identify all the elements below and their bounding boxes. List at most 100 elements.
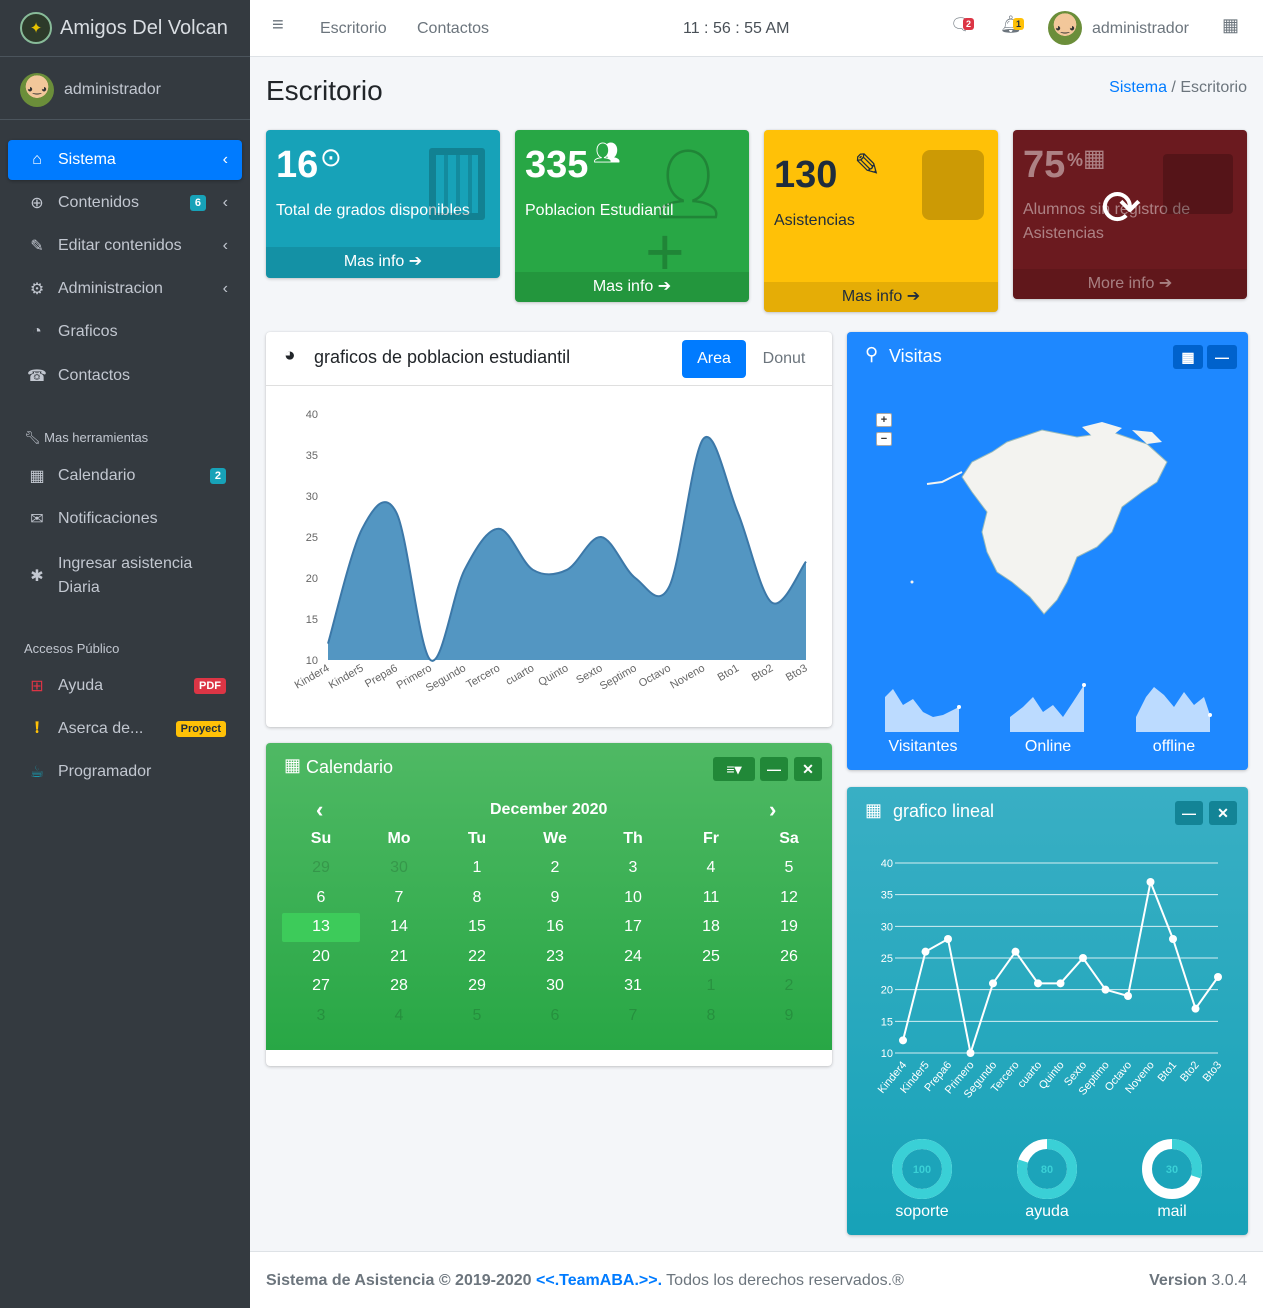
calendar-day[interactable]: 8 (438, 883, 516, 913)
calendar-day[interactable]: 19 (750, 913, 828, 943)
calendar-day[interactable]: 9 (516, 883, 594, 913)
sparkline-visitantes (885, 689, 961, 732)
area-series-fill (328, 436, 806, 661)
calendar-day[interactable]: 10 (594, 883, 672, 913)
month-label[interactable]: December 2020 (490, 801, 607, 819)
zoom-in-button[interactable]: + (876, 413, 892, 427)
calendar-day[interactable]: 17 (594, 913, 672, 943)
calendar-day[interactable]: 31 (594, 972, 672, 1002)
footer-team-link[interactable]: <<.TeamABA.>>. (536, 1272, 662, 1289)
sidebar-item-contenidos[interactable]: ⊕ Contenidos 6 ‹ (8, 183, 242, 223)
calendar-day[interactable]: 11 (672, 883, 750, 913)
grid-apps-icon[interactable]: ▦ (1222, 15, 1239, 36)
tab-area[interactable]: Area (682, 340, 746, 378)
top-user-avatar[interactable]: ◕‿◕ (1048, 11, 1082, 45)
brand-link[interactable]: ✦ Amigos Del Volcan (0, 0, 250, 57)
calendar-day[interactable]: 7 (360, 883, 438, 913)
arrow-circle-right-icon: ➔ (1158, 275, 1173, 292)
calendar-day[interactable]: 6 (516, 1001, 594, 1031)
calendar-grid: Su Mo Tu We Th Fr Sa 29 30 1 2 3 4 5 6 7 8 9 10 11 12 13 14 15… (282, 824, 828, 1031)
calendar-day[interactable]: 24 (594, 942, 672, 972)
calendar-day[interactable]: 22 (438, 942, 516, 972)
calendar-day[interactable]: 5 (750, 854, 828, 884)
next-month-button[interactable]: › (769, 797, 776, 823)
knob-soporte[interactable]: 100 (890, 1137, 954, 1201)
prev-month-button[interactable]: ‹ (316, 797, 323, 823)
knob-ayuda[interactable]: 80 (1015, 1137, 1079, 1201)
stat-more-info[interactable]: Mas info ➔ (266, 247, 500, 278)
nav-link-escritorio[interactable]: Escritorio (320, 20, 387, 38)
sidebar-item-ayuda[interactable]: ⊞ Ayuda PDF (8, 666, 242, 706)
stat-more-info[interactable]: Mas info ➔ (764, 282, 998, 312)
calendar-day[interactable]: 21 (360, 942, 438, 972)
calendar-day[interactable]: 30 (516, 972, 594, 1002)
calendar-day[interactable]: 16 (516, 913, 594, 943)
calendar-day[interactable]: 29 (282, 854, 360, 884)
card-title: Calendario (306, 757, 394, 777)
line-point (1101, 985, 1110, 994)
user-panel-name: administrador (64, 80, 161, 98)
calendar-day[interactable]: 5 (438, 1001, 516, 1031)
calendar-day[interactable]: 30 (360, 854, 438, 884)
calendar-day[interactable]: 7 (594, 1001, 672, 1031)
close-button[interactable]: ✕ (794, 757, 822, 781)
knob-mail[interactable]: 30 (1140, 1137, 1204, 1201)
calendar-day[interactable]: 4 (360, 1001, 438, 1031)
calendar-day[interactable]: 15 (438, 913, 516, 943)
sidebar-item-graficos[interactable]: ◔ Graficos (8, 312, 242, 352)
calendar-day[interactable]: 29 (438, 972, 516, 1002)
calendar-day[interactable]: 27 (282, 972, 360, 1002)
calendar-weekdays: Su Mo Tu We Th Fr Sa (282, 824, 828, 854)
calendar-day[interactable]: 3 (282, 1001, 360, 1031)
sidebar-item-contactos[interactable]: ☎ Contactos (8, 356, 242, 396)
calendar-day[interactable]: 28 (360, 972, 438, 1002)
calendar-day[interactable]: 23 (516, 942, 594, 972)
calendar-day[interactable]: 25 (672, 942, 750, 972)
sparkline-offline (1136, 687, 1212, 732)
nav-link-contactos[interactable]: Contactos (417, 20, 489, 38)
world-map[interactable] (902, 422, 1222, 622)
messages-icon[interactable]: 🗨︎ 2 (950, 15, 975, 35)
calendar-day[interactable]: 4 (672, 854, 750, 884)
breadcrumb-sistema[interactable]: Sistema (1109, 79, 1167, 96)
tab-donut[interactable]: Donut (754, 340, 814, 378)
y-tick-label: 20 (881, 985, 893, 997)
spark-label-visitantes: Visitantes (888, 738, 958, 755)
calendar-day[interactable]: 6 (282, 883, 360, 913)
calendar-day[interactable]: 1 (438, 854, 516, 884)
calendar-day[interactable]: 18 (672, 913, 750, 943)
sidebar-item-asistencia[interactable]: ✱ Ingresar asistencia Diaria (8, 548, 242, 604)
sidebar-item-programador[interactable]: ☕︎ Programador (8, 752, 242, 792)
sidebar-item-sistema[interactable]: ⌂ Sistema ‹ (8, 140, 242, 180)
calendar-day[interactable]: 2 (750, 972, 828, 1002)
collapse-button[interactable]: — (1175, 801, 1203, 825)
sidebar-item-calendario[interactable]: ▦ Calendario 2 (8, 456, 242, 496)
sidebar-item-notificaciones[interactable]: ✉ Notificaciones (8, 499, 242, 539)
calendar-day[interactable]: 9 (750, 1001, 828, 1031)
calendar-day[interactable]: 14 (360, 913, 438, 943)
collapse-button[interactable]: — (760, 757, 788, 781)
bell-icon[interactable]: 🔔︎ 1 (1000, 15, 1025, 35)
zoom-out-button[interactable]: − (876, 432, 892, 446)
calendar-day[interactable]: 26 (750, 942, 828, 972)
calendar-tool-button[interactable]: ▦ (1173, 345, 1203, 369)
calendar-day[interactable]: 20 (282, 942, 360, 972)
sidebar-item-editar[interactable]: ✎ Editar contenidos ‹ (8, 226, 242, 266)
asterisk-icon: ✱ (30, 568, 44, 585)
close-button[interactable]: ✕ (1209, 801, 1237, 825)
menu-toggle-icon[interactable]: ≡ (272, 14, 284, 37)
calendar-day[interactable]: 2 (516, 854, 594, 884)
user-panel[interactable]: ◕‿◕ administrador (0, 60, 250, 120)
calendar-day[interactable]: 8 (672, 1001, 750, 1031)
top-user-name[interactable]: administrador (1092, 20, 1189, 38)
sidebar-item-aserca[interactable]: ❗︎ Aserca de... Proyect (8, 709, 242, 749)
calendar-day[interactable]: 1 (672, 972, 750, 1002)
sidebar-item-administracion[interactable]: ⚙ Administracion ‹ (8, 269, 242, 309)
collapse-button[interactable]: — (1207, 345, 1237, 369)
calendar-day[interactable]: 12 (750, 883, 828, 913)
calendar-menu-button[interactable]: ≡▾ (713, 757, 755, 781)
calendar-day-selected[interactable]: 13 (282, 912, 360, 942)
stat-more-info[interactable]: Mas info ➔ (515, 272, 749, 302)
stat-more-info[interactable]: More info ➔ (1013, 269, 1247, 299)
calendar-day[interactable]: 3 (594, 854, 672, 884)
